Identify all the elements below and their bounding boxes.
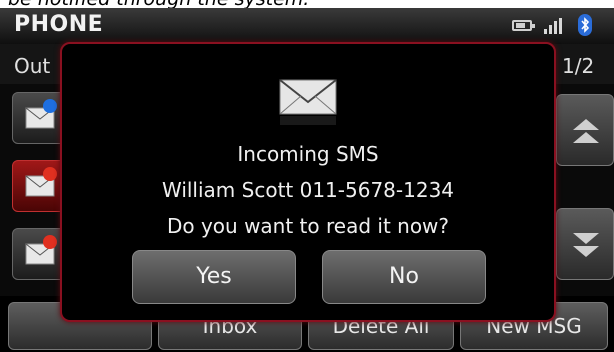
no-button[interactable]: No [322,250,486,304]
double-chevron-up-icon [573,119,599,143]
phone-screen: PHONE Out 1/2 Inbox Delete All New MSG I… [0,8,614,352]
tab-label[interactable]: Out [14,54,50,78]
envelope-icon [279,79,337,125]
incoming-sms-dialog: Incoming SMS William Scott 011-5678-1234… [60,42,556,322]
outgoing-arrow-icon [43,167,57,181]
outgoing-arrow-icon [43,235,57,249]
bluetooth-icon [578,14,592,36]
page-indicator: 1/2 [562,54,595,78]
scroll-up-button[interactable] [556,94,614,166]
question-text: Do you want to read it now? [166,214,450,238]
signal-icon [544,18,562,34]
caption-fragment: be notified through the system. [0,0,614,10]
dialog-title: Incoming SMS [237,142,379,166]
app-title: PHONE [14,12,104,37]
double-chevron-down-icon [573,233,599,257]
incoming-arrow-icon [43,99,57,113]
status-bar: PHONE [0,8,614,44]
yes-button[interactable]: Yes [132,250,296,304]
sender-line: William Scott 011-5678-1234 [161,178,455,202]
battery-icon [512,20,535,31]
scroll-down-button[interactable] [556,208,614,280]
